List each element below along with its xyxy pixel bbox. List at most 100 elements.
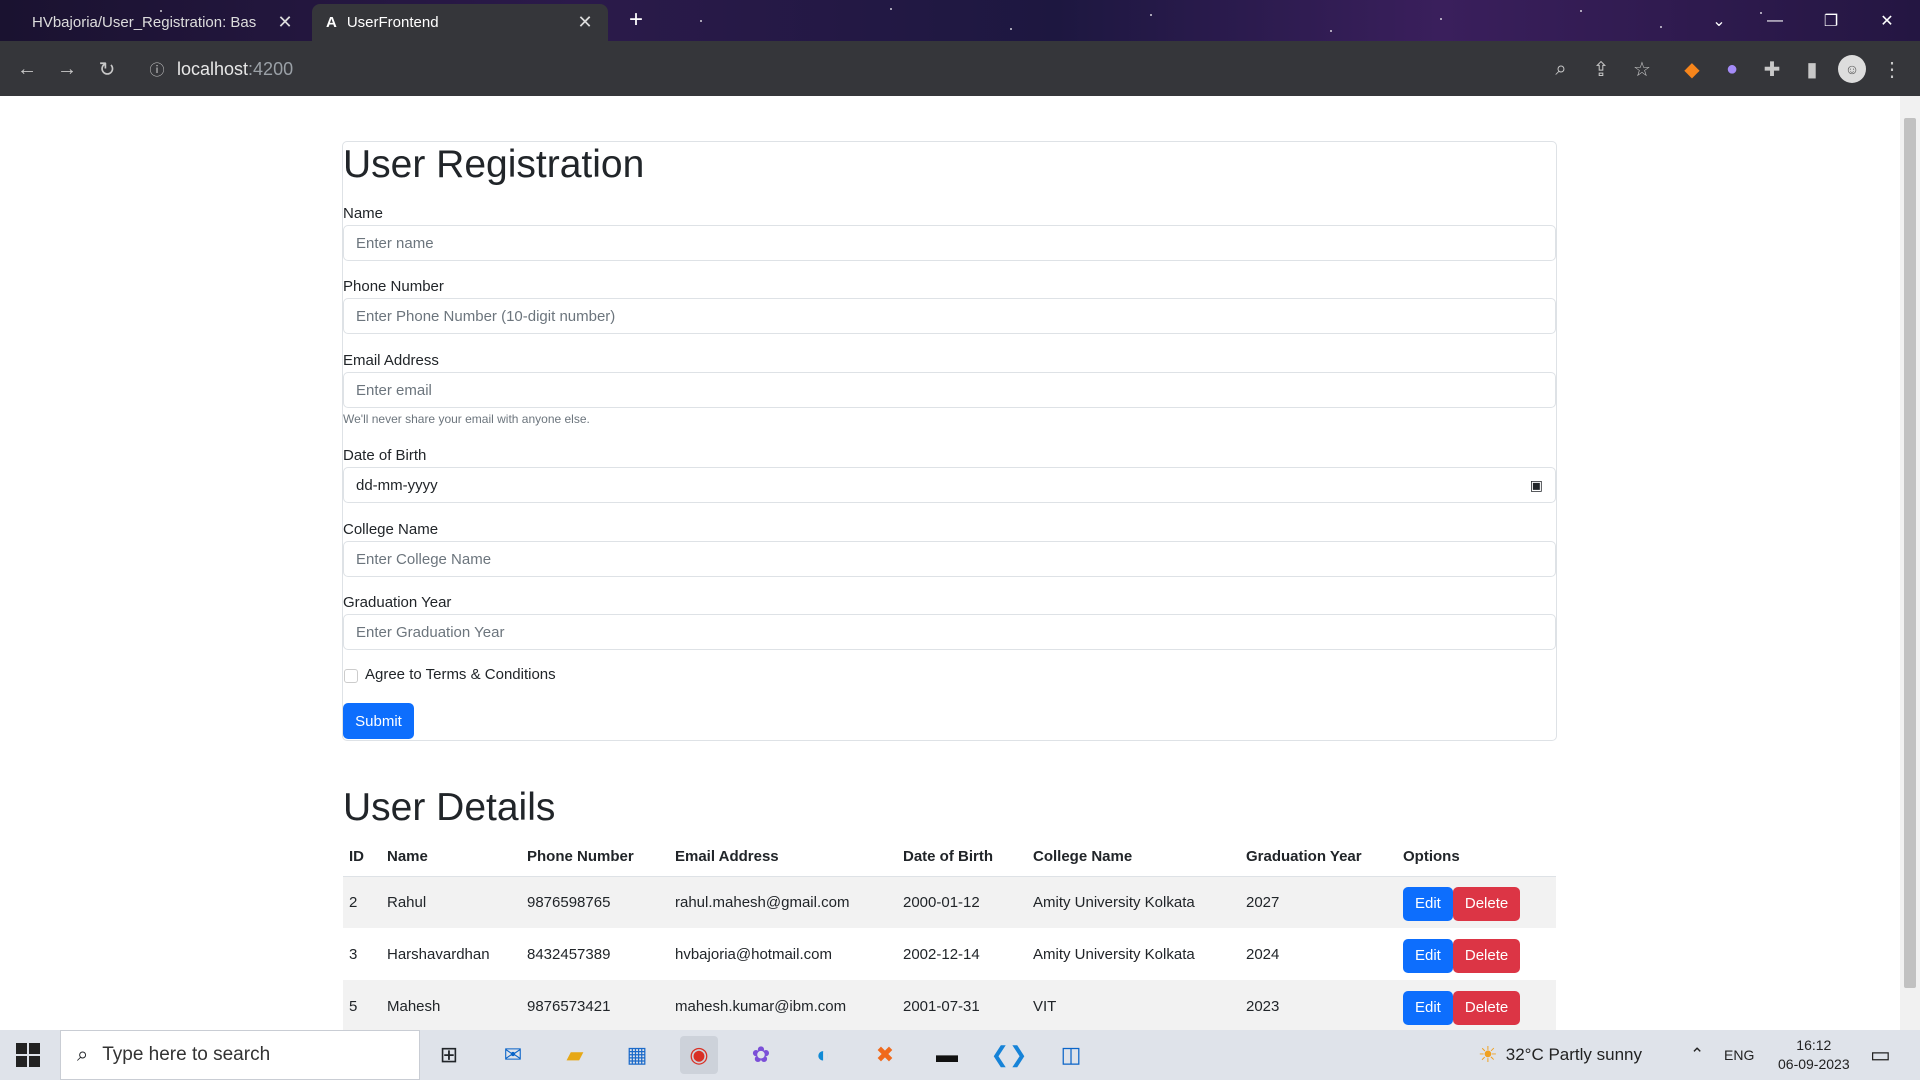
- terminal-icon[interactable]: ▬: [928, 1036, 966, 1074]
- name-label: Name: [343, 205, 384, 222]
- close-icon[interactable]: ✕: [276, 12, 294, 33]
- info-icon[interactable]: ⓘ: [143, 55, 171, 83]
- file-explorer-icon[interactable]: ▰: [556, 1036, 594, 1074]
- column-header: Options: [1397, 838, 1556, 877]
- dob-input[interactable]: dd-mm-yyyy ▣: [343, 467, 1556, 503]
- phone-label: Phone Number: [343, 278, 444, 295]
- college-label: College Name: [343, 521, 439, 538]
- weather-widget[interactable]: ☀ 32°C Partly sunny: [1478, 1030, 1642, 1080]
- column-header: College Name: [1027, 838, 1240, 877]
- cell-phone: 9876598765: [521, 876, 669, 928]
- taskbar-search-box[interactable]: ⌕ Type here to search: [60, 1030, 420, 1080]
- clock-date: 06-09-2023: [1778, 1056, 1850, 1072]
- table-row: 2 Rahul 9876598765 rahul.mahesh@gmail.co…: [343, 876, 1556, 928]
- email-label: Email Address: [343, 352, 439, 369]
- weather-text: 32°C Partly sunny: [1505, 1045, 1642, 1064]
- column-header: Email Address: [669, 838, 897, 877]
- puzzle-extensions-icon[interactable]: ✚: [1758, 55, 1786, 83]
- vscode-icon[interactable]: ❮❯: [990, 1036, 1028, 1074]
- edit-button[interactable]: Edit: [1403, 991, 1453, 1025]
- minimize-button[interactable]: —: [1747, 0, 1803, 41]
- delete-button[interactable]: Delete: [1452, 887, 1521, 922]
- close-icon[interactable]: ✕: [576, 12, 594, 33]
- mail-icon[interactable]: ✉: [494, 1036, 532, 1074]
- calendar-icon[interactable]: ▣: [1530, 477, 1543, 494]
- tab-userfrontend[interactable]: A UserFrontend ✕: [312, 4, 608, 41]
- college-input[interactable]: [343, 541, 1556, 577]
- edit-button[interactable]: Edit: [1403, 939, 1453, 973]
- language-indicator[interactable]: ENG: [1724, 1030, 1754, 1080]
- forward-icon[interactable]: →: [53, 55, 81, 83]
- grad-year-label: Graduation Year: [343, 594, 452, 611]
- copilot-icon[interactable]: ✿: [742, 1036, 780, 1074]
- task-view-icon[interactable]: ⊞: [430, 1036, 468, 1074]
- grad-year-input[interactable]: [343, 614, 1556, 650]
- cell-email: mahesh.kumar@ibm.com: [669, 980, 897, 1032]
- dob-label: Date of Birth: [343, 447, 427, 464]
- url-host: localhost: [177, 58, 249, 79]
- cell-name: Rahul: [381, 876, 521, 928]
- chrome-icon[interactable]: ◉: [680, 1036, 718, 1074]
- table-header-row: ID Name Phone Number Email Address Date …: [343, 838, 1556, 877]
- cell-dob: 2000-01-12: [897, 876, 1027, 928]
- address-bar[interactable]: localhost:4200: [177, 54, 293, 84]
- bookmark-star-icon[interactable]: ☆: [1628, 55, 1656, 83]
- terms-label: Agree to Terms & Conditions: [365, 666, 556, 683]
- email-input[interactable]: [343, 372, 1556, 408]
- page-scrollbar[interactable]: [1900, 96, 1920, 1030]
- submit-button[interactable]: Submit: [343, 703, 414, 739]
- close-window-button[interactable]: ✕: [1859, 0, 1915, 41]
- zoom-icon[interactable]: ⌕: [1547, 55, 1575, 83]
- tab-github[interactable]: HVbajoria/User_Registration: Bas ✕: [8, 4, 308, 41]
- edge-icon[interactable]: ◐: [804, 1036, 842, 1074]
- share-icon[interactable]: ⇪: [1587, 55, 1615, 83]
- cell-email: rahul.mahesh@gmail.com: [669, 876, 897, 928]
- column-header: Phone Number: [521, 838, 669, 877]
- windows-start-icon[interactable]: [16, 1043, 40, 1067]
- back-icon[interactable]: ←: [13, 55, 41, 83]
- notification-icon[interactable]: ▭: [1870, 1030, 1891, 1080]
- delete-button[interactable]: Delete: [1452, 939, 1521, 973]
- column-header: Graduation Year: [1240, 838, 1397, 877]
- xampp-icon[interactable]: ✖: [866, 1036, 904, 1074]
- email-help-text: We'll never share your email with anyone…: [343, 412, 590, 426]
- store-icon[interactable]: ▦: [618, 1036, 656, 1074]
- cell-options: Edit Delete: [1397, 980, 1556, 1032]
- angular-icon: A: [326, 14, 337, 31]
- cell-phone: 8432457389: [521, 928, 669, 980]
- search-icon: ⌕: [77, 1043, 89, 1066]
- tray-chevron-icon[interactable]: ⌃: [1690, 1030, 1704, 1080]
- delete-button[interactable]: Delete: [1452, 991, 1521, 1025]
- cell-grad-year: 2023: [1240, 980, 1397, 1032]
- user-details-table: ID Name Phone Number Email Address Date …: [343, 838, 1556, 1032]
- clock[interactable]: 16:12 06-09-2023: [1778, 1030, 1850, 1080]
- cell-id: 2: [343, 876, 381, 928]
- details-title: User Details: [343, 786, 556, 829]
- terms-checkbox[interactable]: [344, 669, 358, 683]
- name-input[interactable]: [343, 225, 1556, 261]
- cell-options: Edit Delete: [1397, 876, 1556, 928]
- new-tab-button[interactable]: +: [622, 7, 650, 35]
- table-row: 5 Mahesh 9876573421 mahesh.kumar@ibm.com…: [343, 980, 1556, 1032]
- cell-id: 3: [343, 928, 381, 980]
- reload-icon[interactable]: ↻: [93, 55, 121, 83]
- edit-button[interactable]: Edit: [1403, 887, 1453, 922]
- profile-avatar[interactable]: ☺: [1838, 55, 1866, 83]
- cell-college: Amity University Kolkata: [1027, 876, 1240, 928]
- menu-icon[interactable]: ⋮: [1878, 55, 1906, 83]
- dob-value: dd-mm-yyyy: [356, 476, 438, 494]
- phone-input[interactable]: [343, 298, 1556, 334]
- outlook-icon[interactable]: ◫: [1052, 1036, 1090, 1074]
- restore-button[interactable]: ❐: [1803, 0, 1859, 41]
- cell-dob: 2002-12-14: [897, 928, 1027, 980]
- form-title: User Registration: [343, 143, 645, 186]
- cell-dob: 2001-07-31: [897, 980, 1027, 1032]
- url-port: :4200: [248, 58, 294, 79]
- scrollbar-thumb[interactable]: [1904, 118, 1916, 988]
- tab-search-icon[interactable]: ⌄: [1691, 0, 1747, 41]
- extension-icon[interactable]: ●: [1718, 55, 1746, 83]
- metamask-extension-icon[interactable]: ◆: [1678, 55, 1706, 83]
- tab-title: HVbajoria/User_Registration: Bas: [32, 14, 257, 31]
- side-panel-icon[interactable]: ▮: [1798, 55, 1826, 83]
- clock-time: 16:12: [1796, 1037, 1832, 1053]
